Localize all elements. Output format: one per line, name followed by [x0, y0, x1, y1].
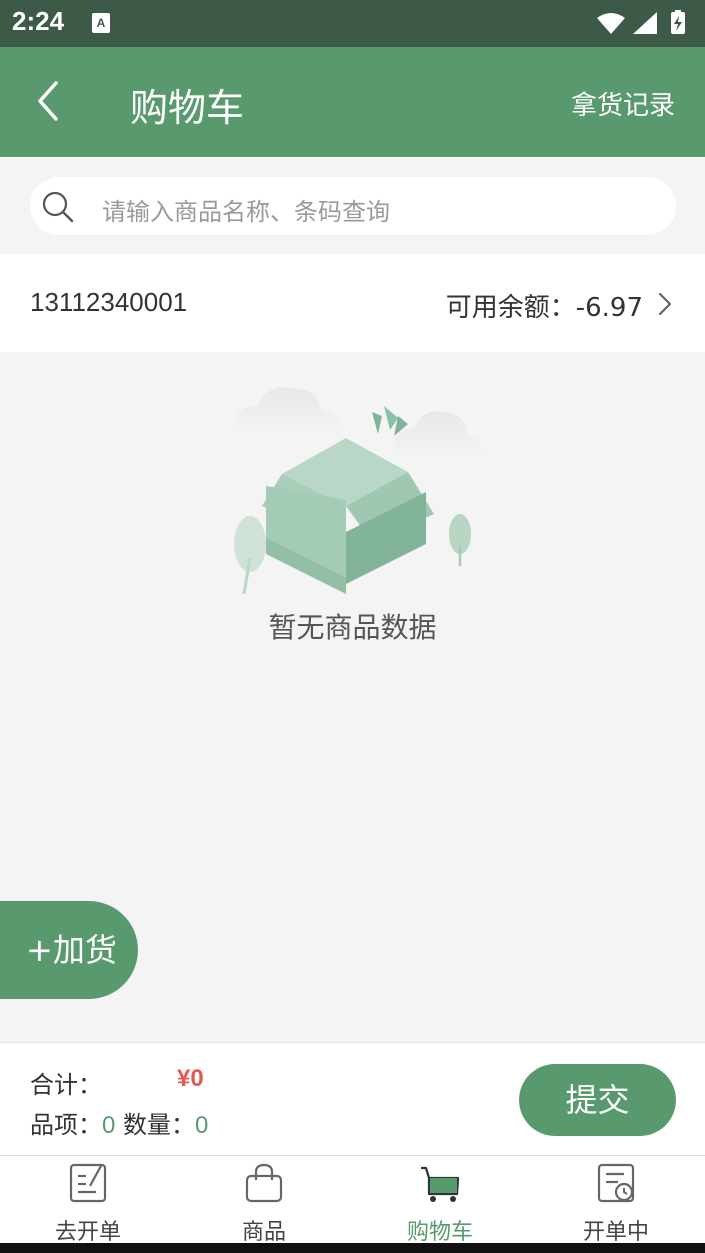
pickup-records-link[interactable]: 拿货记录 [571, 85, 675, 122]
items-label: 品项： [30, 1111, 102, 1139]
account-row[interactable]: 13112340001 可用余额：-6.97 [0, 254, 705, 352]
bag-icon [245, 1163, 283, 1203]
system-nav-bar [0, 1243, 705, 1253]
item-counts: 品项：0 数量：0 [30, 1105, 208, 1140]
wifi-icon [597, 13, 625, 34]
available-balance: 可用余额：-6.97 [445, 293, 643, 323]
tab-label: 去开单 [54, 1220, 121, 1245]
status-bar: 2:24 A [0, 0, 705, 47]
items-value: 0 [102, 1112, 116, 1139]
cart-icon [421, 1166, 460, 1202]
account-phone: 13112340001 [30, 287, 188, 317]
submit-button[interactable]: 提交 [519, 1064, 676, 1136]
search-placeholder: 请输入商品名称、条码查询 [102, 198, 390, 226]
create-order-icon [69, 1163, 107, 1203]
add-goods-button[interactable]: +加货 [0, 901, 138, 999]
tab-label: 商品 [241, 1220, 286, 1245]
notification-icon: A [92, 13, 110, 33]
empty-box-illustration [232, 387, 483, 595]
bottom-tab-bar: 去开单 商品 购物车 开单中 [0, 1155, 705, 1245]
cart-summary: 合计： ¥0 品项：0 数量：0 提交 [0, 1042, 705, 1155]
app-header: 购物车 拿货记录 [0, 47, 705, 157]
chevron-right-icon [658, 292, 672, 316]
signal-icon [633, 12, 657, 34]
search-section: 请输入商品名称、条码查询 [0, 157, 705, 254]
pending-order-icon [597, 1163, 635, 1203]
search-icon [42, 191, 74, 223]
battery-icon [671, 10, 685, 34]
tab-create-order[interactable]: 去开单 [0, 1156, 176, 1245]
quantity-value: 0 [195, 1112, 209, 1139]
system-status-icons [597, 10, 685, 34]
tab-cart[interactable]: 购物车 [352, 1156, 528, 1245]
tab-label: 开单中 [582, 1220, 649, 1245]
tab-products[interactable]: 商品 [176, 1156, 352, 1245]
back-chevron-left-icon[interactable] [30, 79, 70, 123]
status-time: 2:24 [12, 6, 65, 36]
search-input[interactable]: 请输入商品名称、条码查询 [30, 177, 676, 235]
page-title: 购物车 [130, 86, 245, 130]
quantity-label: 数量： [123, 1111, 195, 1139]
tab-label: 购物车 [406, 1220, 473, 1245]
empty-message: 暂无商品数据 [268, 611, 437, 644]
tab-pending-orders[interactable]: 开单中 [528, 1156, 704, 1245]
total-value: ¥0 [177, 1065, 204, 1092]
total-label: 合计： [30, 1071, 102, 1099]
